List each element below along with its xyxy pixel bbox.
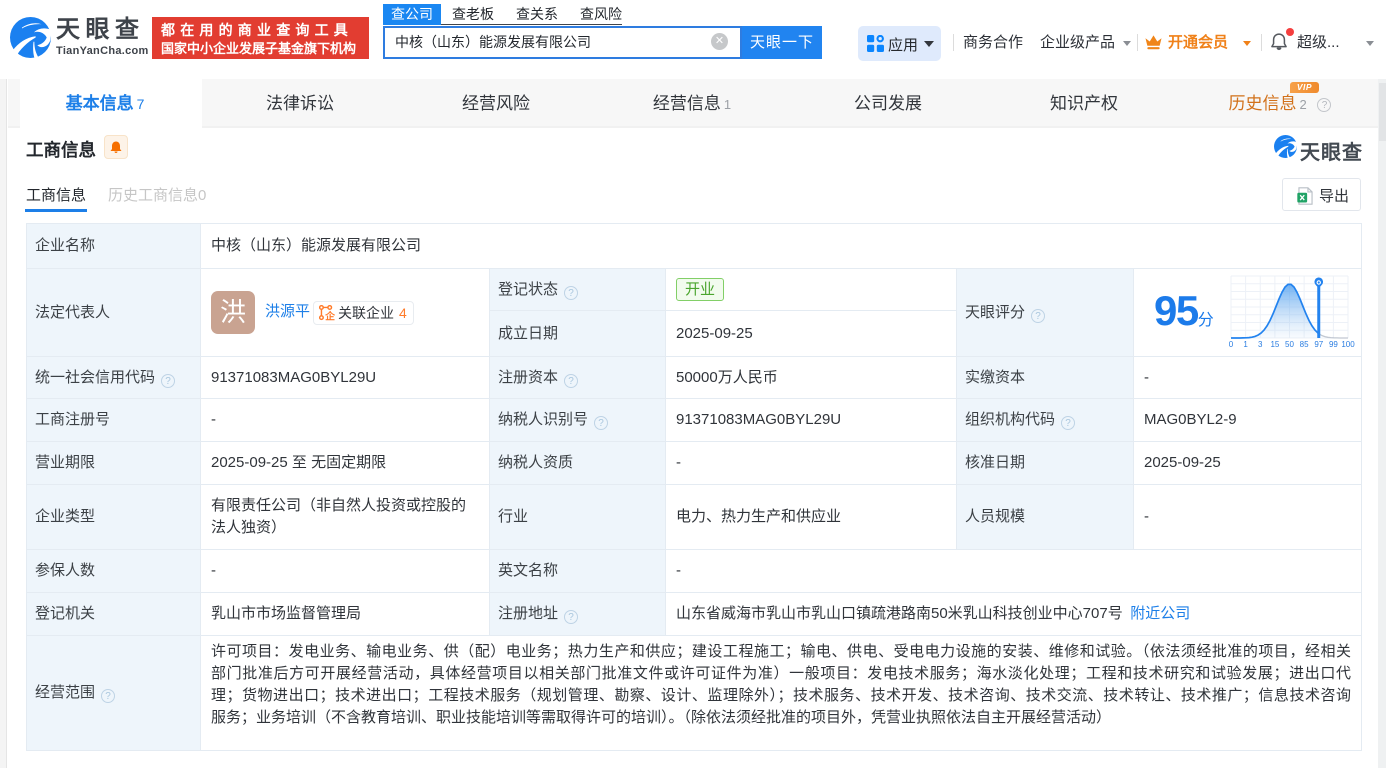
svg-text:97: 97 [1314,340,1323,349]
svg-text:企: 企 [324,309,335,321]
svg-text:0: 0 [1229,340,1234,349]
svg-text:50: 50 [1285,340,1294,349]
svg-text:100: 100 [1341,340,1355,349]
svg-text:85: 85 [1300,340,1309,349]
svg-text:3: 3 [1258,340,1263,349]
svg-text:1: 1 [1243,340,1248,349]
svg-text:99: 99 [1329,340,1338,349]
svg-text:15: 15 [1270,340,1279,349]
